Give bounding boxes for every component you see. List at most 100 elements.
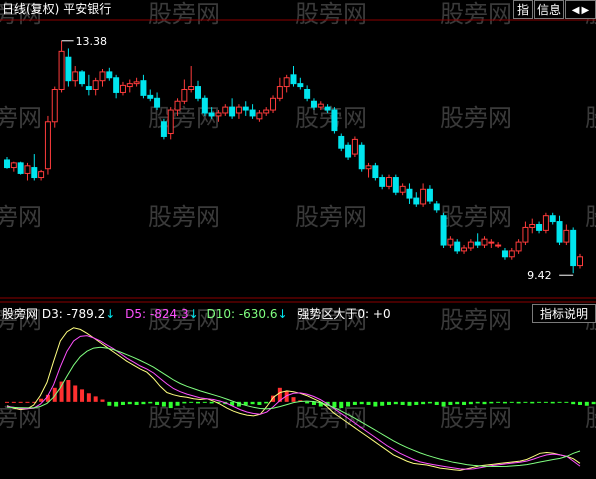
candle-body xyxy=(126,83,133,88)
candle-body xyxy=(570,229,577,267)
candle-body xyxy=(188,86,195,90)
watermark-text: 股旁网 xyxy=(148,203,220,231)
indicator-bar xyxy=(543,401,548,403)
nav-arrows[interactable]: ◀ ▶ xyxy=(565,0,596,19)
indicator-bar xyxy=(155,401,160,405)
indicator-bar xyxy=(339,401,344,409)
candle-body xyxy=(433,203,440,211)
candle-body xyxy=(413,197,420,205)
indicator-bar xyxy=(400,401,405,405)
candle-body xyxy=(222,106,229,114)
candle-body xyxy=(426,188,433,202)
indicator-bar xyxy=(489,401,494,404)
candle-body xyxy=(85,86,92,90)
indicator-bar xyxy=(557,401,562,403)
watermark-text: 股旁网 xyxy=(440,203,512,231)
indicator-bar xyxy=(80,389,85,402)
candle-body xyxy=(317,103,324,108)
indicator-bar xyxy=(73,385,78,402)
indicator-bar xyxy=(175,401,180,406)
indicator-bar xyxy=(373,401,378,407)
indicator-bar xyxy=(209,401,214,404)
candle-body xyxy=(174,100,181,111)
arrow-left-icon[interactable]: ◀ xyxy=(572,5,580,16)
indicator-bar xyxy=(359,401,364,405)
candle-body xyxy=(249,109,256,117)
candle-body xyxy=(549,215,556,223)
candle-body xyxy=(474,241,481,246)
indicator-bar xyxy=(537,401,542,403)
candle-body xyxy=(44,121,51,170)
candle-body xyxy=(406,188,413,199)
indicator-bar xyxy=(100,399,105,402)
indicator-bar xyxy=(161,401,166,407)
candle-body xyxy=(229,106,236,117)
watermark-text: 股旁网 xyxy=(295,203,367,231)
period-label: 日线(复权) xyxy=(2,2,60,16)
indicator-button[interactable]: 指 xyxy=(513,0,533,19)
watermark-text: 股旁网 xyxy=(585,404,596,432)
indicator-bar xyxy=(482,401,487,405)
indicator-bar xyxy=(393,401,398,405)
candle-body xyxy=(256,112,263,120)
indicator-bar xyxy=(5,401,9,403)
candle-body xyxy=(467,241,474,249)
indicator-bar xyxy=(475,401,480,404)
indicator-bar xyxy=(134,401,139,405)
indicator-bar xyxy=(523,401,528,403)
candle-body xyxy=(338,135,345,149)
indicator-bar xyxy=(584,401,589,406)
indicator-bar xyxy=(250,401,255,405)
indicator-bar xyxy=(502,401,507,404)
candle-body xyxy=(195,86,201,99)
stock-chart: 股旁网股旁网股旁网股旁网股旁网股旁网股旁网股旁网股旁网股旁网股旁网股旁网股旁网股… xyxy=(0,0,596,471)
indicator-bar xyxy=(332,401,337,408)
strong-zone-value: 强势区大于0: +0 xyxy=(297,307,391,321)
candle-body xyxy=(167,109,174,135)
indicator-bar xyxy=(257,401,262,405)
indicator-bar xyxy=(550,401,555,404)
indicator-bar xyxy=(346,401,351,407)
indicator-bar xyxy=(18,401,23,403)
candle-body xyxy=(4,159,10,169)
candle-body xyxy=(58,50,65,90)
watermark-text: 股旁网 xyxy=(440,404,512,432)
candle-body xyxy=(386,177,392,187)
indicator-bar xyxy=(455,401,460,405)
candle-body xyxy=(372,165,379,179)
indicator-bar xyxy=(516,401,521,404)
candle-body xyxy=(92,80,99,91)
indicator-bar xyxy=(182,401,187,404)
indicator-bar xyxy=(120,401,125,405)
indicator-bar xyxy=(441,401,446,407)
indicator-bar xyxy=(591,401,596,405)
indicator-bar xyxy=(291,397,296,402)
candle-body xyxy=(542,215,549,231)
indicator-bar xyxy=(86,393,91,402)
indicator-bar xyxy=(141,401,146,405)
watermark-text: 股旁网 xyxy=(148,404,220,432)
candle-body xyxy=(481,238,488,246)
watermark-text: 股旁网 xyxy=(0,203,42,231)
candle-body xyxy=(17,162,24,174)
max-price-label: 13.38 xyxy=(76,35,108,48)
candle-body xyxy=(515,241,522,252)
candle-body xyxy=(235,106,242,114)
candle-body xyxy=(201,97,208,114)
candle-body xyxy=(31,167,38,179)
candle-body xyxy=(399,185,406,193)
candle-body xyxy=(215,112,222,117)
candle-body xyxy=(577,256,583,267)
candle-body xyxy=(276,86,283,99)
watermark-text: 股旁网 xyxy=(585,203,596,231)
arrow-right-icon[interactable]: ▶ xyxy=(582,5,590,16)
candle-body xyxy=(106,71,113,79)
indicator-bar xyxy=(202,401,207,403)
candle-body xyxy=(65,56,72,82)
candle-body xyxy=(51,89,58,123)
indicator-explain-button[interactable]: 指标说明 xyxy=(532,304,596,323)
watermark-layer: 股旁网股旁网股旁网股旁网股旁网股旁网股旁网股旁网股旁网股旁网股旁网股旁网股旁网股… xyxy=(0,0,596,432)
candle-body xyxy=(522,226,529,243)
info-button[interactable]: 信息 xyxy=(534,0,564,19)
watermark-text: 股旁网 xyxy=(295,404,367,432)
